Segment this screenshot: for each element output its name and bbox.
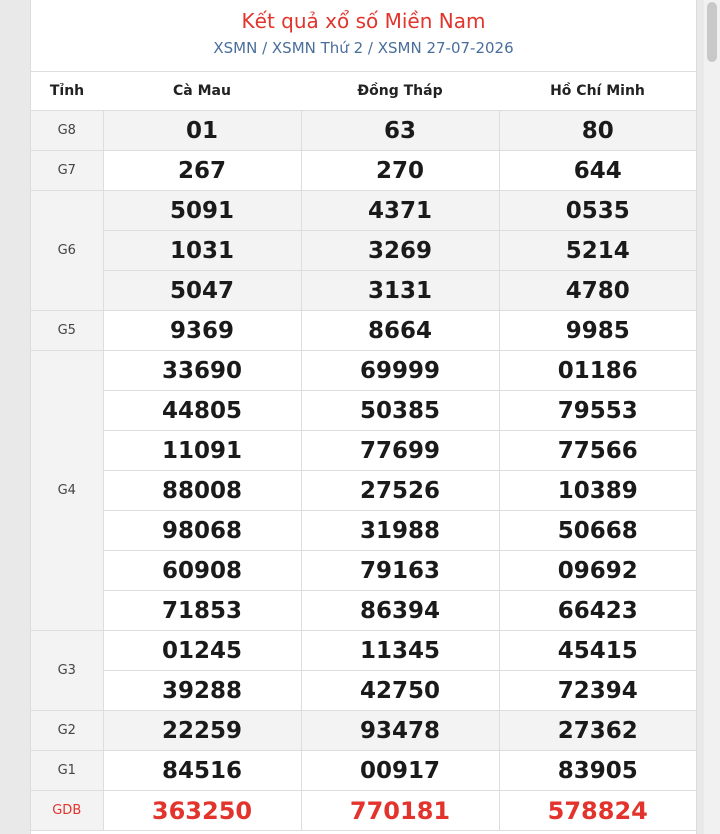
prize-number: 50385 [301, 390, 500, 431]
prize-label: G4 [31, 350, 104, 631]
prize-label: G6 [31, 190, 104, 311]
prize-number: 11345 [301, 630, 500, 671]
prize-number: 3269 [301, 230, 500, 271]
prize-number: 42750 [301, 670, 500, 711]
prize-number: 60908 [103, 550, 302, 591]
table-row: 39288 42750 72394 [31, 670, 696, 711]
prize-number: 9985 [499, 310, 696, 351]
prize-number: 31988 [301, 510, 500, 551]
table-row: 71853 86394 66423 [31, 590, 696, 631]
prize-number: 98068 [103, 510, 302, 551]
page-title: Kết quả xổ số Miền Nam [241, 9, 486, 33]
table-row: 60908 79163 09692 [31, 550, 696, 591]
prize-number: 5214 [499, 230, 696, 271]
table-row: G5 9369 8664 9985 [31, 310, 696, 351]
prize-number: 86394 [301, 590, 500, 631]
prize-number: 27526 [301, 470, 500, 511]
column-header-dong-thap[interactable]: Đồng Tháp [301, 72, 499, 111]
prize-number: 0535 [499, 190, 696, 231]
table-row: GDB 363250 770181 578824 [31, 790, 696, 831]
table-row: G8 01 63 80 [31, 110, 696, 151]
scrollbar-thumb[interactable] [707, 2, 717, 62]
prize-number: 69999 [301, 350, 500, 391]
prize-number: 8664 [301, 310, 500, 351]
prize-number: 22259 [103, 710, 302, 751]
column-header-province: Tỉnh [31, 72, 103, 111]
prize-number: 578824 [499, 790, 696, 831]
prize-number: 267 [103, 150, 302, 191]
prize-number: 01 [103, 110, 302, 151]
table-row: 88008 27526 10389 [31, 470, 696, 511]
prize-number: 77566 [499, 430, 696, 471]
prize-number: 88008 [103, 470, 302, 511]
prize-number: 39288 [103, 670, 302, 711]
prize-number: 270 [301, 150, 500, 191]
prize-label: G8 [31, 110, 104, 151]
prize-number: 3131 [301, 270, 500, 311]
prize-number: 93478 [301, 710, 500, 751]
prize-label: GDB [31, 790, 104, 831]
table-row: G1 84516 00917 83905 [31, 750, 696, 791]
prize-number: 9369 [103, 310, 302, 351]
results-card: Kết quả xổ số Miền Nam XSMN / XSMN Thứ 2… [30, 0, 697, 834]
prize-number: 11091 [103, 430, 302, 471]
table-row: G3 01245 11345 45415 [31, 630, 696, 711]
prize-number: 45415 [499, 630, 696, 671]
table-row: 98068 31988 50668 [31, 510, 696, 551]
table-row: 44805 50385 79553 [31, 390, 696, 431]
prize-number: 4371 [301, 190, 500, 231]
prize-number: 5091 [103, 190, 302, 231]
results-body: G8 01 63 80 G7 267 270 644 G6 5091 4371 0535 1031 326… [31, 110, 696, 831]
prize-number: 00917 [301, 750, 500, 791]
prize-number: 44805 [103, 390, 302, 431]
prize-label: G3 [31, 630, 104, 711]
prize-number: 10389 [499, 470, 696, 511]
prize-number: 1031 [103, 230, 302, 271]
prize-number: 09692 [499, 550, 696, 591]
prize-number: 5047 [103, 270, 302, 311]
prize-number: 84516 [103, 750, 302, 791]
prize-label: G7 [31, 150, 104, 191]
prize-number: 01245 [103, 630, 302, 671]
prize-number: 770181 [301, 790, 500, 831]
prize-number: 71853 [103, 590, 302, 631]
prize-label: G1 [31, 750, 104, 791]
column-header-ho-chi-minh[interactable]: Hồ Chí Minh [499, 72, 696, 111]
prize-number: 79553 [499, 390, 696, 431]
prize-number: 80 [499, 110, 696, 151]
prize-label: G2 [31, 710, 104, 751]
table-row: G2 22259 93478 27362 [31, 710, 696, 751]
results-table: Tỉnh Cà Mau Đồng Tháp Hồ Chí Minh G8 01 63… [31, 72, 696, 831]
prize-number: 79163 [301, 550, 500, 591]
results-header: Kết quả xổ số Miền Nam XSMN / XSMN Thứ 2… [31, 0, 696, 72]
table-row: G6 5091 4371 0535 [31, 190, 696, 311]
prize-number: 63 [301, 110, 500, 151]
table-row: G4 33690 69999 01186 [31, 350, 696, 631]
table-row: 1031 3269 5214 [31, 230, 696, 271]
breadcrumb[interactable]: XSMN / XSMN Thứ 2 / XSMN 27-07-2026 [31, 38, 696, 58]
prize-number: 50668 [499, 510, 696, 551]
prize-number: 33690 [103, 350, 302, 391]
prize-number: 83905 [499, 750, 696, 791]
prize-number: 363250 [103, 790, 302, 831]
column-header-ca-mau[interactable]: Cà Mau [103, 72, 301, 111]
table-header-row: Tỉnh Cà Mau Đồng Tháp Hồ Chí Minh [31, 72, 696, 111]
table-row: 5047 3131 4780 [31, 270, 696, 311]
prize-number: 01186 [499, 350, 696, 391]
prize-number: 77699 [301, 430, 500, 471]
prize-number: 66423 [499, 590, 696, 631]
prize-label: G5 [31, 310, 104, 351]
scrollbar[interactable] [704, 0, 720, 834]
prize-number: 72394 [499, 670, 696, 711]
prize-number: 4780 [499, 270, 696, 311]
table-row: G7 267 270 644 [31, 150, 696, 191]
prize-number: 27362 [499, 710, 696, 751]
prize-number: 644 [499, 150, 696, 191]
table-row: 11091 77699 77566 [31, 430, 696, 471]
